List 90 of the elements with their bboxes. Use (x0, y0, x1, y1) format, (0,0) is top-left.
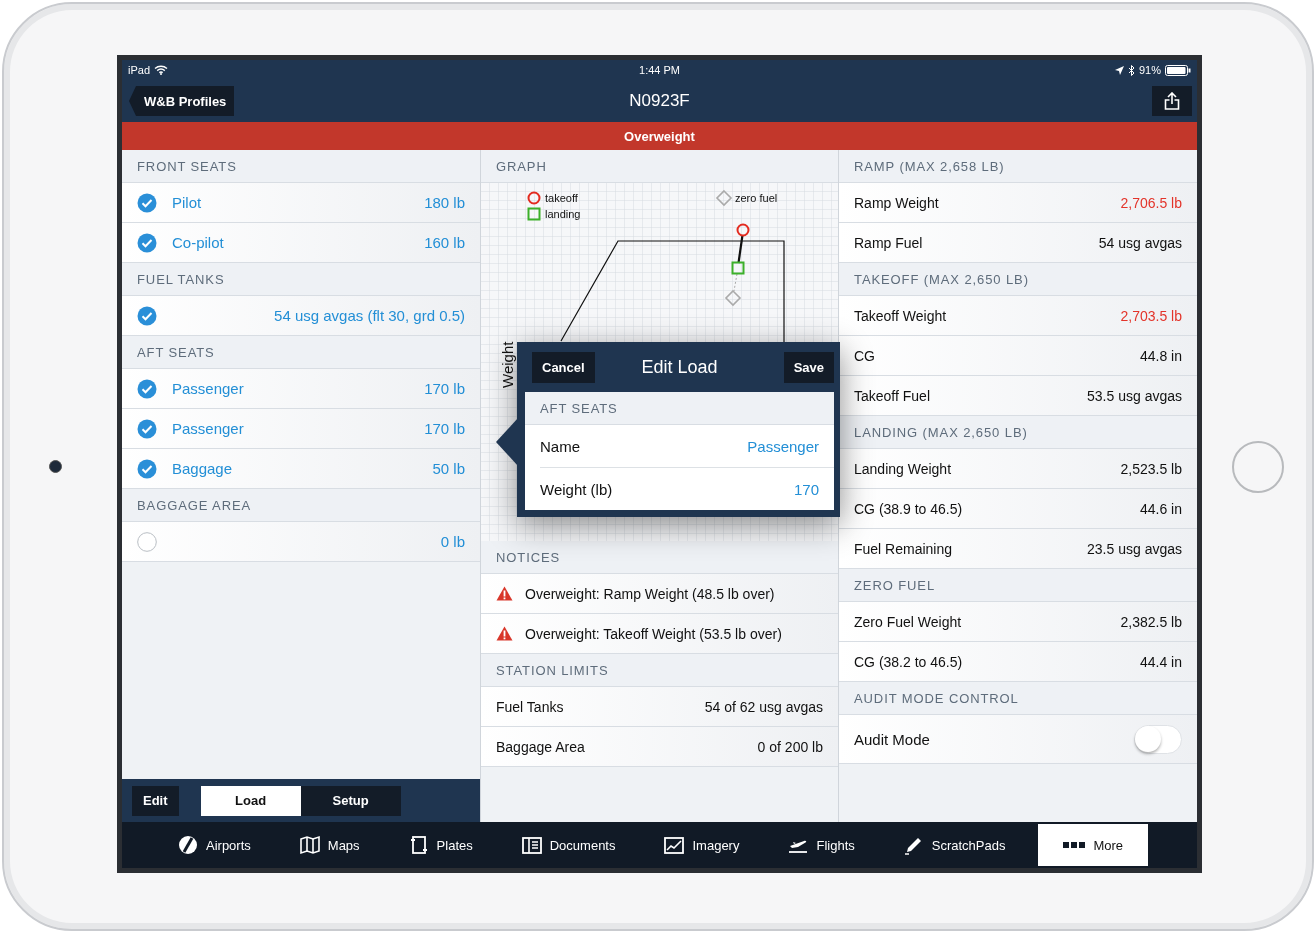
checkbox[interactable] (137, 305, 157, 326)
section-header: AFT SEATS (525, 392, 834, 425)
field-label: Name (540, 437, 581, 455)
device-name: iPad (128, 64, 151, 76)
legend-label: takeoff (545, 192, 578, 204)
legend-label: zero fuel (735, 192, 778, 204)
share-icon (1164, 92, 1180, 110)
tab-bar-item[interactable]: Imagery (658, 824, 746, 866)
dotted-line (733, 273, 738, 292)
document-icon (521, 835, 542, 855)
map-icon (299, 835, 320, 855)
tab-bar-item[interactable]: Airports (172, 824, 257, 866)
row-value: 53.5 usg avgas (1087, 387, 1182, 404)
field-label: Weight (lb) (540, 480, 614, 498)
checkbox[interactable] (137, 192, 157, 213)
cancel-button[interactable]: Cancel (532, 351, 595, 383)
row-label: Landing Weight (854, 460, 953, 477)
notice-text: Overweight: Ramp Weight (48.5 lb over) (525, 585, 776, 602)
back-button[interactable]: W&B Profiles (129, 86, 235, 116)
checkbox[interactable] (137, 531, 157, 552)
circle-slash-icon (178, 835, 198, 855)
location-arrow-icon (1114, 65, 1124, 75)
row-value: 44.4 in (1139, 653, 1182, 670)
axis-label: Weight (499, 341, 516, 388)
row-label: Audit Mode (854, 730, 931, 748)
tab-bar-item[interactable]: ScratchPads (897, 824, 1012, 866)
row-value: 2,706.5 lb (1120, 194, 1182, 211)
tab-bar-item[interactable]: Documents (515, 824, 622, 866)
row-value: 54 usg avgas (1098, 234, 1182, 251)
row-label: Fuel Tanks (496, 698, 565, 715)
chart-icon (664, 835, 685, 855)
field-value[interactable]: Passenger (747, 437, 819, 455)
row-label: Takeoff Fuel (854, 387, 931, 404)
row-value: 0 of 200 lb (757, 738, 823, 755)
segment-tab[interactable]: Setup (300, 785, 401, 816)
trend-line (737, 234, 744, 264)
row-value: 54 of 62 usg avgas (704, 698, 823, 715)
row-label: Ramp Weight (854, 194, 940, 211)
row-label: CG (854, 347, 876, 364)
row-label: Baggage Area (496, 738, 586, 755)
checkbox[interactable] (137, 418, 157, 439)
page-icon (408, 835, 429, 855)
warning-icon (496, 626, 513, 641)
row-value: 2,523.5 lb (1120, 460, 1182, 477)
row-value: 23.5 usg avgas (1087, 540, 1182, 557)
segment-tab[interactable]: Load (200, 785, 301, 816)
save-button[interactable]: Save (783, 351, 834, 383)
row-value: 2,382.5 lb (1120, 613, 1182, 630)
clock: 1:44 PM (639, 64, 680, 76)
plot-point (731, 261, 745, 275)
wifi-icon (154, 65, 169, 75)
field-value[interactable]: 170 (793, 480, 819, 498)
plot-point (724, 289, 742, 307)
bluetooth-icon (1127, 64, 1135, 76)
row-label: CG (38.9 to 46.5) (854, 500, 964, 517)
load-name[interactable]: Baggage (172, 460, 433, 477)
tab-bar-item[interactable]: Plates (402, 824, 479, 866)
load-name[interactable]: Co-pilot (172, 234, 425, 251)
tab-bar-item[interactable]: Flights (782, 824, 861, 866)
row-label: CG (38.2 to 46.5) (854, 653, 964, 670)
checkbox[interactable] (137, 458, 157, 479)
plot-point (736, 223, 750, 237)
legend-label: landing (545, 208, 581, 220)
notice-text: Overweight: Takeoff Weight (53.5 lb over) (525, 625, 783, 642)
pencil-icon (903, 835, 924, 855)
circle-marker-icon (527, 191, 541, 205)
row-value: 44.8 in (1139, 347, 1182, 364)
row-value: 2,703.5 lb (1120, 307, 1182, 324)
popover-title: Edit Load (641, 356, 718, 377)
row-label: Ramp Fuel (854, 234, 924, 251)
tab-bar-item[interactable]: Maps (293, 824, 366, 866)
edit-button[interactable]: Edit (132, 785, 179, 816)
tab-bar-item[interactable]: More (1038, 824, 1149, 866)
row-value: 44.6 in (1139, 500, 1182, 517)
square-marker-icon (527, 207, 541, 221)
toggle-switch[interactable] (1134, 724, 1182, 754)
warning-icon (496, 586, 513, 601)
warning-banner: Overweight (122, 122, 1197, 150)
share-button[interactable] (1152, 86, 1192, 116)
row-label: Fuel Remaining (854, 540, 954, 557)
row-label: Takeoff Weight (854, 307, 948, 324)
checkbox[interactable] (137, 378, 157, 399)
diamond-marker-icon (715, 189, 733, 207)
camera-lens (49, 460, 62, 473)
screen-title: N0923F (629, 91, 690, 110)
battery-level: 91% (1138, 64, 1161, 76)
home-button[interactable] (1232, 440, 1284, 493)
battery-icon (1165, 64, 1191, 76)
checkbox[interactable] (137, 232, 157, 253)
row-label: Zero Fuel Weight (854, 613, 963, 630)
